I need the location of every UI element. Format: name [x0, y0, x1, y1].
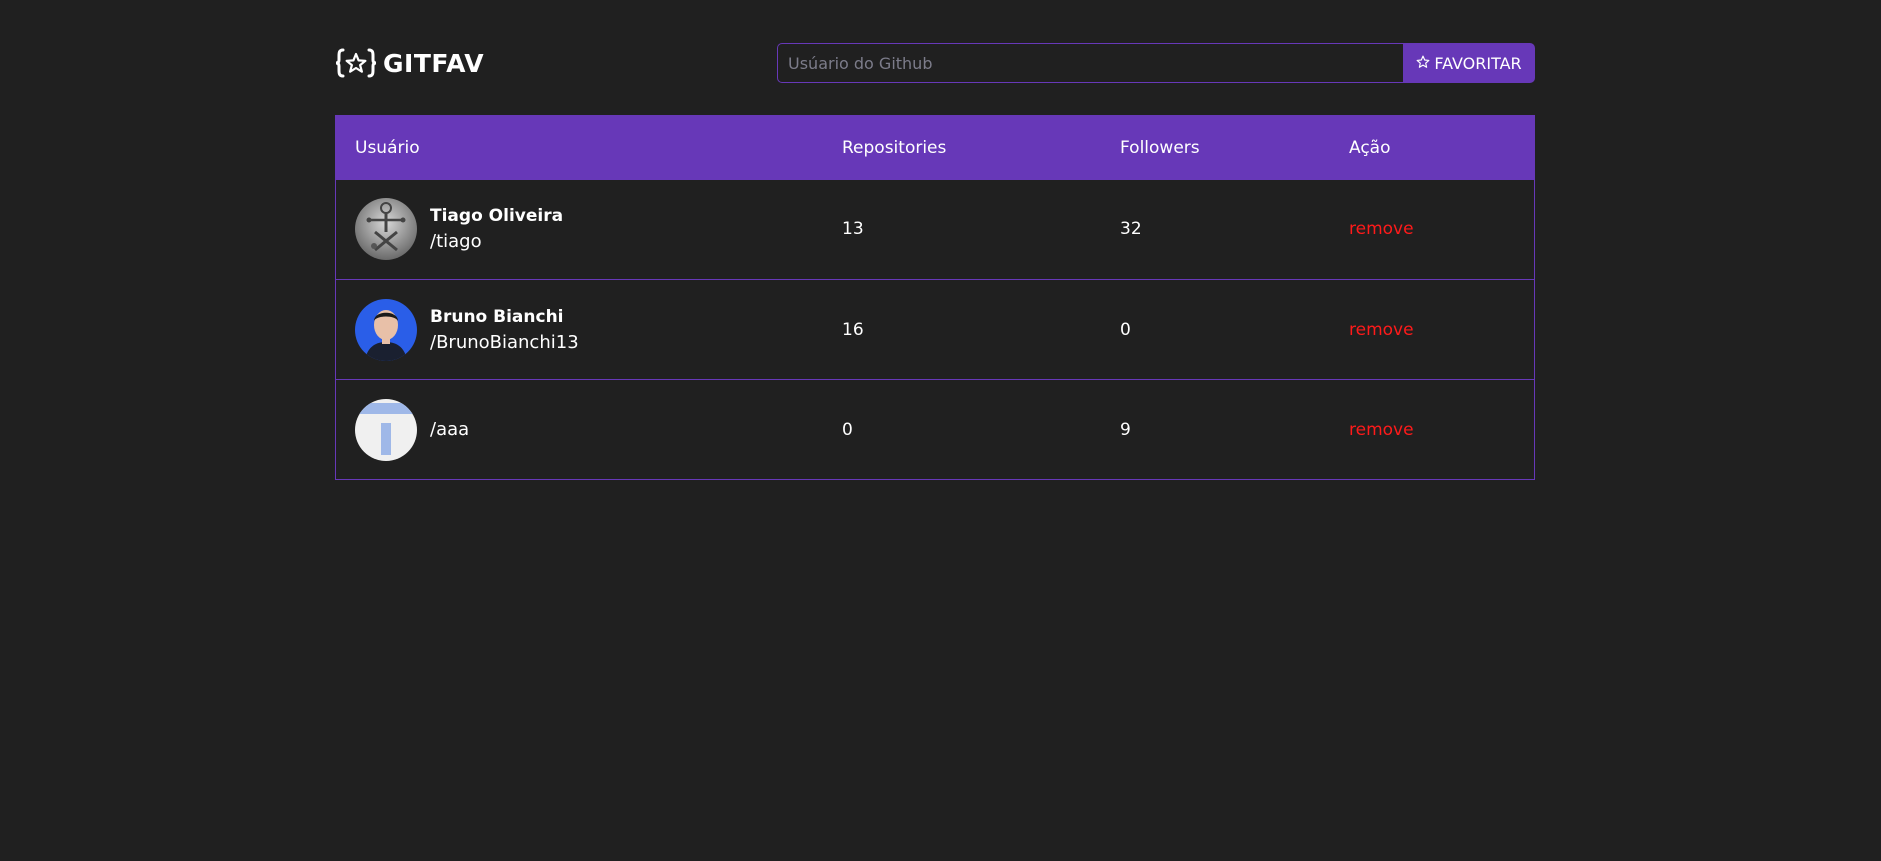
- repositories-cell: 0: [842, 419, 853, 440]
- user-cell: Tiago Oliveira /tiago: [336, 180, 824, 280]
- user-name: Bruno Bianchi: [430, 306, 564, 327]
- followers-cell: 0: [1120, 319, 1131, 340]
- user-cell: Bruno Bianchi /BrunoBianchi13: [336, 280, 824, 380]
- remove-button[interactable]: remove: [1349, 420, 1414, 440]
- logo: GITFAV: [335, 48, 484, 78]
- column-header-repositories: Repositories: [842, 137, 947, 158]
- favorites-table: Usuário Repositories Followers Ação Tiag…: [335, 115, 1535, 480]
- search-bar: FAVORITAR: [777, 43, 1535, 83]
- user-text: Bruno Bianchi /BrunoBianchi13: [430, 304, 579, 356]
- followers-cell: 32: [1120, 219, 1142, 240]
- user-name: Tiago Oliveira: [430, 206, 564, 227]
- repositories-cell: 16: [842, 319, 864, 340]
- action-cell: remove: [1330, 280, 1535, 380]
- logo-text: GITFAV: [383, 48, 485, 78]
- user-text: Tiago Oliveira /tiago: [430, 203, 563, 255]
- repositories-cell: 13: [842, 219, 864, 240]
- action-cell: remove: [1330, 380, 1535, 480]
- table-header: Usuário Repositories Followers Ação: [335, 115, 1535, 180]
- remove-button[interactable]: remove: [1349, 320, 1414, 340]
- table-body: Tiago Oliveira /tiago 13 32 remove Bruno…: [335, 180, 1535, 480]
- app-container: GITFAV FAVORITAR Usuário Repositories Fo…: [335, 0, 1535, 480]
- table-row: /aaa 0 9 remove: [335, 379, 1535, 480]
- column-header-followers: Followers: [1120, 137, 1200, 158]
- table-row: Bruno Bianchi /BrunoBianchi13 16 0 remov…: [335, 279, 1535, 380]
- table-row: Tiago Oliveira /tiago 13 32 remove: [336, 180, 1535, 280]
- star-braces-icon: [335, 48, 377, 78]
- user-login[interactable]: /aaa: [430, 417, 469, 443]
- header: GITFAV FAVORITAR: [335, 43, 1535, 83]
- star-outline-icon: [1416, 54, 1430, 73]
- avatar: [355, 198, 417, 261]
- favorite-button[interactable]: FAVORITAR: [1403, 43, 1535, 83]
- action-cell: remove: [1330, 180, 1535, 280]
- followers-cell: 9: [1120, 419, 1131, 440]
- table-header-row: Usuário Repositories Followers Ação: [335, 115, 1535, 180]
- column-header-user: Usuário: [355, 137, 420, 158]
- avatar: [355, 398, 417, 461]
- column-header-action: Ação: [1349, 137, 1391, 158]
- search-input[interactable]: [777, 43, 1403, 83]
- avatar: [355, 298, 417, 361]
- user-login[interactable]: /tiago: [430, 229, 563, 255]
- favorite-button-label: FAVORITAR: [1434, 53, 1522, 73]
- user-info: /aaa: [355, 398, 823, 461]
- remove-button[interactable]: remove: [1349, 219, 1414, 239]
- user-cell: /aaa: [336, 380, 824, 480]
- user-text: /aaa: [430, 417, 469, 443]
- user-info: Tiago Oliveira /tiago: [355, 198, 823, 261]
- user-login[interactable]: /BrunoBianchi13: [430, 330, 579, 356]
- user-info: Bruno Bianchi /BrunoBianchi13: [355, 298, 823, 361]
